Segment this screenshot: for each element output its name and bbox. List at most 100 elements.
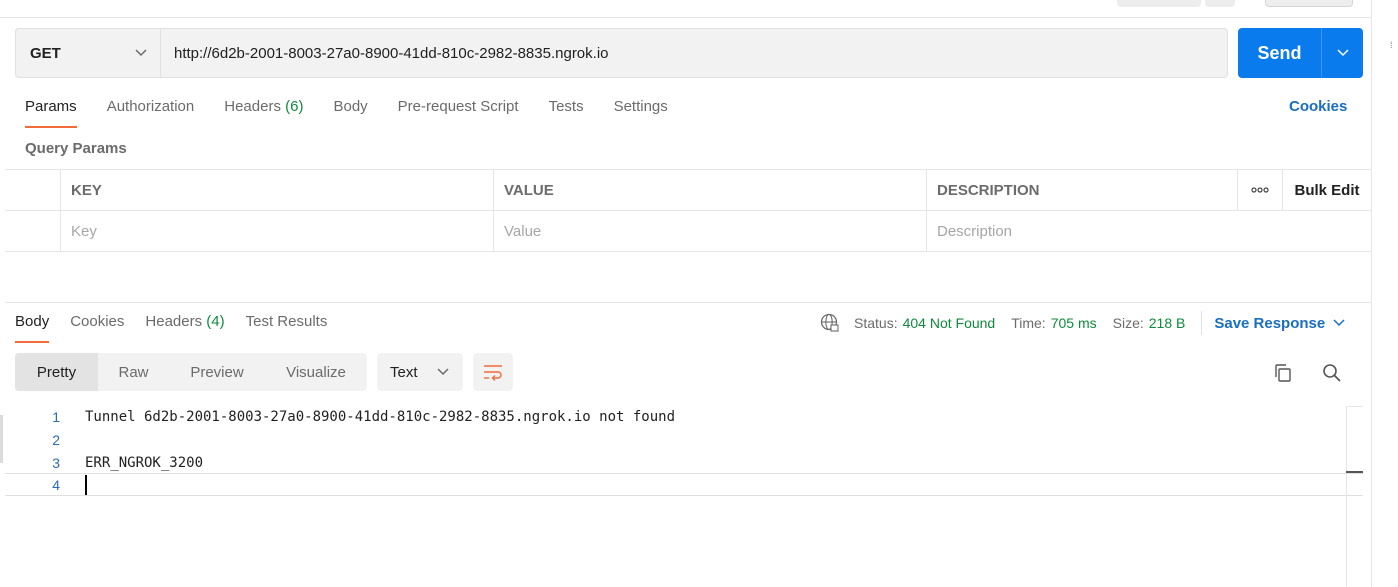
save-response-label: Save Response — [1214, 314, 1326, 332]
copy-response-button[interactable] — [1272, 362, 1294, 384]
headers-count-badge: (4) — [206, 313, 225, 330]
toolbar-toggle-partial[interactable] — [1265, 0, 1353, 7]
description-column-header: DESCRIPTION — [927, 170, 1238, 210]
query-params-title: Query Params — [25, 140, 127, 157]
view-visualize[interactable]: Visualize — [265, 353, 367, 391]
tab-label: Body — [15, 313, 50, 330]
right-panel-glyph: ⁞ — [1390, 40, 1393, 50]
line-number: 4 — [52, 476, 60, 493]
size-value: 218 B — [1148, 315, 1186, 331]
tab-label: Test Results — [245, 313, 328, 330]
line-text: ERR_NGROK_3200 — [85, 454, 204, 471]
tab-label: Settings — [613, 98, 668, 115]
tab-label: Body — [333, 98, 368, 115]
code-line: 3 ERR_NGROK_3200 — [5, 451, 1345, 474]
url-input[interactable]: http://6d2b-2001-8003-27a0-8900-41dd-810… — [161, 45, 609, 62]
meta-divider — [1201, 311, 1203, 335]
right-panel-divider — [1371, 0, 1372, 587]
line-number: 1 — [52, 408, 60, 425]
send-options-button[interactable] — [1322, 28, 1363, 78]
tab-settings[interactable]: Settings — [614, 98, 668, 128]
tab-label: Authorization — [106, 98, 195, 115]
headers-count-badge: (6) — [285, 98, 304, 115]
format-select[interactable]: Text — [377, 353, 463, 391]
row-checkbox-cell — [5, 211, 61, 251]
top-toolbar-strip — [0, 0, 1372, 18]
toolbar-button-partial[interactable] — [1117, 0, 1201, 7]
more-options-button[interactable] — [1238, 170, 1283, 210]
tab-label: Params — [25, 98, 77, 115]
response-tab-body[interactable]: Body — [15, 313, 50, 343]
checkbox-column-header — [5, 170, 61, 210]
chevron-down-icon — [437, 368, 449, 376]
response-body-editor[interactable]: 1 Tunnel 6d2b-2001-8003-27a0-8900-41dd-8… — [5, 405, 1363, 587]
key-column-header: KEY — [61, 170, 494, 210]
toolbar-dropdown-partial[interactable] — [1205, 0, 1235, 7]
editor-scrollbar[interactable] — [1346, 406, 1363, 587]
time-value: 705 ms — [1050, 315, 1097, 331]
view-pretty[interactable]: Pretty — [15, 353, 98, 391]
time-label: Time: — [1011, 315, 1046, 331]
tab-params[interactable]: Params — [25, 98, 77, 128]
key-input[interactable]: Key — [61, 211, 494, 251]
line-number: 3 — [52, 454, 60, 471]
globe-icon — [820, 313, 839, 332]
table-row: Key Value Description — [5, 211, 1371, 252]
view-mode-toggle: Pretty Raw Preview Visualize — [15, 353, 367, 391]
size-readout[interactable]: Size: 218 B — [1113, 315, 1186, 331]
description-input[interactable]: Description — [927, 211, 1371, 251]
send-button[interactable]: Send — [1238, 28, 1363, 78]
chevron-down-icon — [135, 49, 147, 57]
code-line: 1 Tunnel 6d2b-2001-8003-27a0-8900-41dd-8… — [5, 405, 1345, 428]
more-horizontal-icon — [1251, 187, 1269, 193]
format-value: Text — [390, 363, 418, 381]
view-preview[interactable]: Preview — [169, 353, 265, 391]
status-label: Status: — [854, 315, 898, 331]
bulk-edit-button[interactable]: Bulk Edit — [1283, 170, 1371, 210]
tab-body[interactable]: Body — [333, 98, 367, 128]
response-tab-test-results[interactable]: Test Results — [246, 313, 328, 343]
chevron-down-icon — [1336, 49, 1349, 57]
text-cursor — [85, 474, 87, 495]
pane-divider[interactable] — [5, 302, 1371, 303]
editor-left-gutter — [0, 415, 3, 463]
table-header-row: KEY VALUE DESCRIPTION Bulk Edit — [5, 170, 1371, 211]
tab-pre-request-script[interactable]: Pre-request Script — [398, 98, 519, 128]
status-value: 404 Not Found — [902, 315, 996, 331]
code-line: 2 — [5, 428, 1345, 451]
tab-label: Cookies — [70, 313, 125, 330]
query-params-table: KEY VALUE DESCRIPTION Bulk Edit Key Valu… — [5, 169, 1371, 252]
code-line-current: 4 — [5, 473, 1363, 496]
size-label: Size: — [1112, 315, 1144, 331]
network-info-button[interactable] — [820, 313, 840, 333]
time-readout[interactable]: Time: 705 ms — [1011, 315, 1096, 331]
status-readout[interactable]: Status: 404 Not Found — [854, 315, 995, 331]
search-response-button[interactable] — [1321, 362, 1343, 384]
copy-icon — [1275, 364, 1291, 382]
method-value: GET — [30, 44, 61, 62]
search-icon — [1323, 364, 1341, 382]
send-button-label[interactable]: Send — [1238, 28, 1322, 78]
method-select[interactable]: GET — [16, 29, 161, 77]
tab-headers[interactable]: Headers (6) — [224, 98, 303, 128]
request-url-bar: GET http://6d2b-2001-8003-27a0-8900-41dd… — [15, 28, 1228, 78]
tab-tests[interactable]: Tests — [549, 98, 584, 128]
tab-label: Headers — [224, 98, 281, 115]
response-tab-cookies[interactable]: Cookies — [70, 313, 124, 343]
line-number: 2 — [52, 431, 60, 448]
tab-label: Tests — [548, 98, 584, 115]
response-meta: Status: 404 Not Found Time: 705 ms Size: 21… — [820, 311, 1345, 335]
value-input[interactable]: Value — [494, 211, 927, 251]
tab-label: Headers — [145, 313, 203, 330]
request-tabs: Params Authorization Headers (6) Body Pr… — [25, 98, 698, 128]
value-column-header: VALUE — [494, 170, 927, 210]
response-tab-headers[interactable]: Headers (4) — [145, 313, 224, 343]
wrap-lines-button[interactable] — [473, 353, 513, 391]
save-response-button[interactable]: Save Response — [1214, 315, 1345, 332]
tab-label: Pre-request Script — [397, 98, 519, 115]
response-tabs: Body Cookies Headers (4) Test Results — [15, 313, 348, 343]
scrollbar-marker — [1346, 471, 1363, 473]
tab-authorization[interactable]: Authorization — [107, 98, 195, 128]
view-raw[interactable]: Raw — [98, 353, 169, 391]
cookies-link[interactable]: Cookies — [1289, 98, 1347, 115]
